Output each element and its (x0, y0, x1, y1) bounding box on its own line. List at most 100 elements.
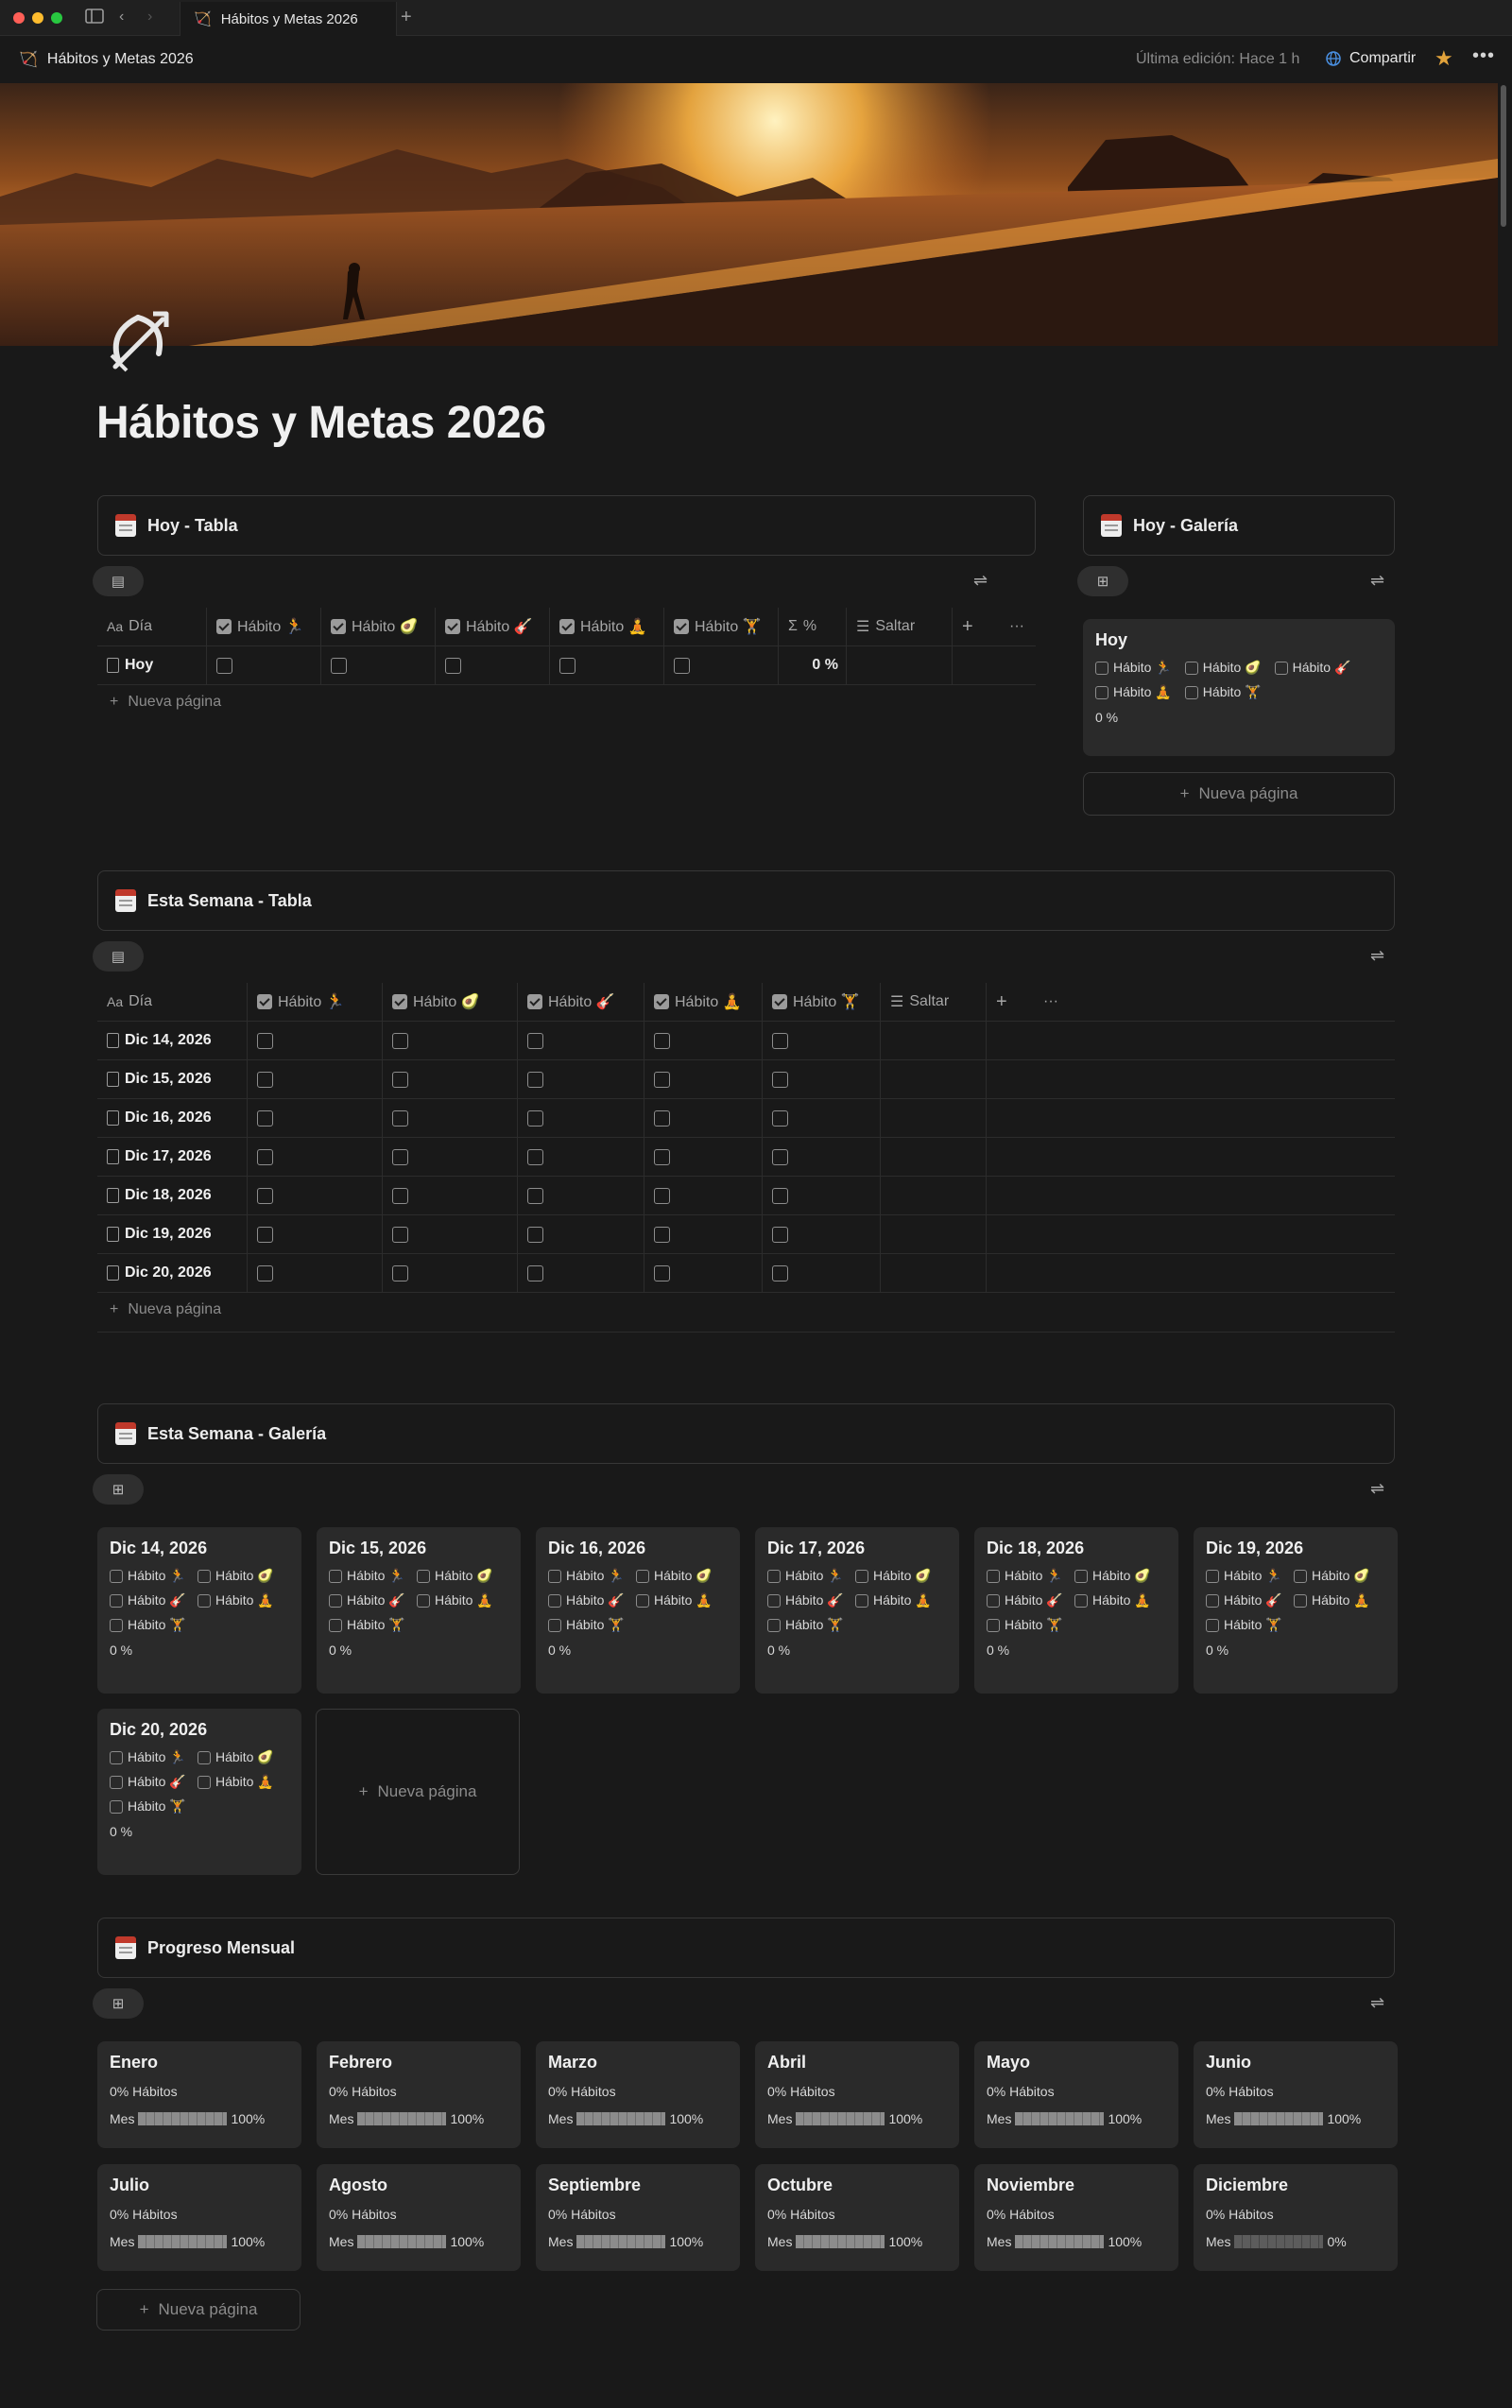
skip-cell[interactable] (881, 1059, 987, 1099)
month-card[interactable]: Agosto 0% Hábitos Mes 100% (317, 2164, 521, 2271)
habit-checkbox[interactable] (257, 1148, 273, 1165)
habit-checkbox[interactable] (1206, 1618, 1219, 1632)
breadcrumb[interactable]: 🏹 Hábitos y Metas 2026 (19, 50, 194, 69)
habit-checkbox[interactable] (257, 1109, 273, 1127)
column-header-habit-3[interactable]: Hábito 🎸 (518, 982, 644, 1022)
month-card[interactable]: Diciembre 0% Hábitos Mes 0% (1194, 2164, 1398, 2271)
habit-checkbox[interactable] (392, 1032, 408, 1049)
habit-checkbox[interactable] (445, 657, 461, 674)
habit-checkbox[interactable] (392, 1109, 408, 1127)
habit-checkbox[interactable] (110, 1799, 123, 1814)
gallery-card[interactable]: Dic 17, 2026 Hábito 🏃 Hábito 🥑 Hábito 🎸 Hábi… (755, 1527, 959, 1694)
filter-settings-icon[interactable]: ⇌ (973, 571, 988, 591)
habit-checkbox[interactable] (772, 1071, 788, 1088)
table-view-button[interactable]: ▤ (93, 566, 144, 596)
table-row[interactable]: Dic 20, 2026 (97, 1253, 1395, 1293)
page-scrollbar[interactable] (1501, 85, 1506, 227)
habit-checkbox[interactable] (216, 657, 232, 674)
gallery-card[interactable]: Dic 14, 2026 Hábito 🏃 Hábito 🥑 Hábito 🎸 Hábi… (97, 1527, 301, 1694)
filter-settings-icon[interactable]: ⇌ (1370, 946, 1384, 966)
habit-checkbox[interactable] (329, 1618, 342, 1632)
column-header-percent[interactable]: Σ% (779, 607, 847, 646)
row-day[interactable]: Dic 18, 2026 (125, 1187, 212, 1204)
table-view-button[interactable]: ▤ (93, 941, 144, 972)
habit-checkbox[interactable] (110, 1750, 123, 1764)
month-card[interactable]: Noviembre 0% Hábitos Mes 100% (974, 2164, 1178, 2271)
gallery-card[interactable]: Dic 18, 2026 Hábito 🏃 Hábito 🥑 Hábito 🎸 Hábi… (974, 1527, 1178, 1694)
column-header-skip[interactable]: ☰ Saltar (881, 982, 987, 1022)
column-header-habit-4[interactable]: Hábito 🧘 (644, 982, 763, 1022)
habit-checkbox[interactable] (674, 657, 690, 674)
habit-checkbox[interactable] (1095, 661, 1108, 675)
skip-cell[interactable] (881, 1137, 987, 1177)
month-card[interactable]: Octubre 0% Hábitos Mes 100% (755, 2164, 959, 2271)
maximize-window-button[interactable] (51, 12, 62, 24)
today-table-header[interactable]: Hoy - Tabla (97, 495, 1036, 556)
column-header-skip[interactable]: ☰ Saltar (847, 607, 953, 646)
habit-checkbox[interactable] (417, 1569, 430, 1583)
habit-checkbox[interactable] (198, 1569, 211, 1583)
habit-checkbox[interactable] (636, 1593, 649, 1608)
habit-checkbox[interactable] (548, 1593, 561, 1608)
add-property-icon[interactable]: + (953, 608, 1000, 646)
add-property-icon[interactable]: + (987, 983, 1034, 1022)
habit-checkbox[interactable] (392, 1187, 408, 1204)
skip-cell[interactable] (847, 645, 953, 685)
habit-checkbox[interactable] (772, 1226, 788, 1243)
habit-checkbox[interactable] (636, 1569, 649, 1583)
skip-cell[interactable] (881, 1176, 987, 1215)
new-page-button[interactable]: + Nueva página (110, 1301, 221, 1318)
habit-checkbox[interactable] (527, 1148, 543, 1165)
skip-cell[interactable] (881, 1214, 987, 1254)
habit-checkbox[interactable] (110, 1775, 123, 1789)
column-header-habit-4[interactable]: Hábito 🧘 (550, 607, 664, 646)
habit-checkbox[interactable] (548, 1618, 561, 1632)
habit-checkbox[interactable] (654, 1264, 670, 1281)
habit-checkbox[interactable] (198, 1775, 211, 1789)
month-card[interactable]: Febrero 0% Hábitos Mes 100% (317, 2041, 521, 2148)
gallery-card[interactable]: Hoy Hábito 🏃 Hábito 🥑 Hábito 🎸 Hábito 🧘 … (1083, 619, 1395, 756)
habit-checkbox[interactable] (772, 1264, 788, 1281)
column-header-habit-5[interactable]: Hábito 🏋 (763, 982, 881, 1022)
habit-checkbox[interactable] (1074, 1569, 1088, 1583)
week-table-header[interactable]: Esta Semana - Tabla (97, 870, 1395, 931)
habit-checkbox[interactable] (392, 1071, 408, 1088)
skip-cell[interactable] (881, 1098, 987, 1138)
habit-checkbox[interactable] (257, 1071, 273, 1088)
new-page-button[interactable]: + Nueva página (110, 694, 221, 711)
table-row[interactable]: Dic 18, 2026 (97, 1176, 1395, 1215)
gallery-card[interactable]: Dic 15, 2026 Hábito 🏃 Hábito 🥑 Hábito 🎸 Hábi… (317, 1527, 521, 1694)
table-more-icon[interactable]: ··· (1000, 608, 1028, 646)
habit-checkbox[interactable] (1274, 661, 1288, 675)
gallery-card[interactable]: Dic 20, 2026 Hábito 🏃 Hábito 🥑 Hábito 🎸 Hábi… (97, 1709, 301, 1875)
habit-checkbox[interactable] (654, 1187, 670, 1204)
share-button[interactable]: Compartir (1325, 50, 1416, 67)
habit-checkbox[interactable] (329, 1569, 342, 1583)
habit-checkbox[interactable] (392, 1148, 408, 1165)
habit-checkbox[interactable] (654, 1226, 670, 1243)
habit-checkbox[interactable] (110, 1569, 123, 1583)
month-card[interactable]: Enero 0% Hábitos Mes 100% (97, 2041, 301, 2148)
habit-checkbox[interactable] (654, 1032, 670, 1049)
habit-checkbox[interactable] (110, 1618, 123, 1632)
gallery-card[interactable]: Dic 16, 2026 Hábito 🏃 Hábito 🥑 Hábito 🎸 Hábi… (536, 1527, 740, 1694)
habit-checkbox[interactable] (767, 1618, 781, 1632)
habit-checkbox[interactable] (1294, 1593, 1307, 1608)
filter-settings-icon[interactable]: ⇌ (1370, 571, 1384, 591)
habit-checkbox[interactable] (527, 1071, 543, 1088)
habit-checkbox[interactable] (257, 1187, 273, 1204)
row-day[interactable]: Dic 19, 2026 (125, 1226, 212, 1243)
habit-checkbox[interactable] (1095, 685, 1108, 699)
habit-checkbox[interactable] (654, 1148, 670, 1165)
column-header-habit-2[interactable]: Hábito 🥑 (321, 607, 436, 646)
habit-checkbox[interactable] (527, 1187, 543, 1204)
new-page-button[interactable]: + Nueva página (1083, 772, 1395, 816)
habit-checkbox[interactable] (329, 1593, 342, 1608)
habit-checkbox[interactable] (257, 1264, 273, 1281)
month-card[interactable]: Septiembre 0% Hábitos Mes 100% (536, 2164, 740, 2271)
column-header-habit-1[interactable]: Hábito 🏃 (248, 982, 383, 1022)
table-row[interactable]: Dic 16, 2026 (97, 1098, 1395, 1138)
habit-checkbox[interactable] (772, 1032, 788, 1049)
habit-checkbox[interactable] (417, 1593, 430, 1608)
habit-checkbox[interactable] (654, 1109, 670, 1127)
